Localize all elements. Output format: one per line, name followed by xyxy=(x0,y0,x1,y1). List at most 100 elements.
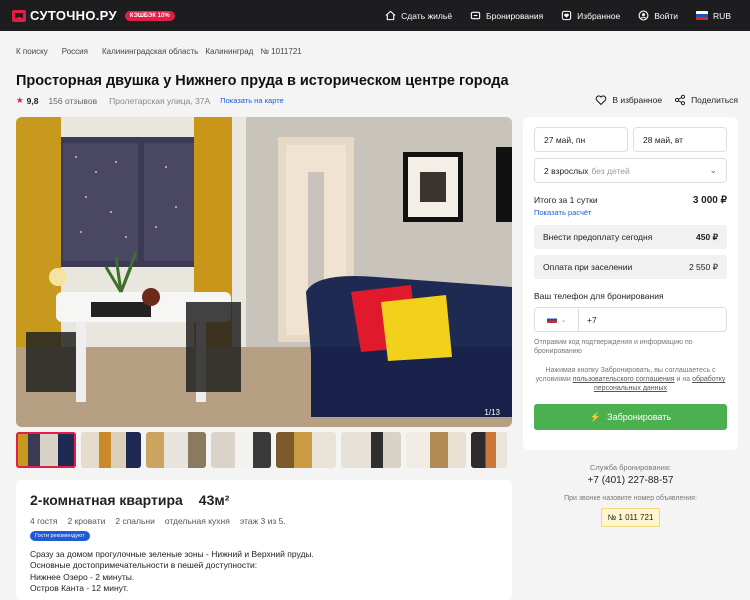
top-header: СУТОЧНО.РУ КЭШБЭК 10% Сдать жильё Бронир… xyxy=(0,0,750,31)
nav-bookings-label: Бронирования xyxy=(486,10,544,21)
booking-card: 27 май, пн 28 май, вт 2 взрослых без дет… xyxy=(523,117,738,450)
crumb-region[interactable]: Калининградская область xyxy=(102,47,198,56)
listing-heading: 2-комнатная квартира 43м² xyxy=(30,492,498,508)
guests-selector[interactable]: 2 взрослых без детей ⌄ xyxy=(534,158,727,183)
chevron-down-icon: ⌄ xyxy=(709,165,717,175)
currency-selector[interactable]: RUB xyxy=(687,11,740,21)
lightning-icon: ⚡ xyxy=(589,411,602,422)
support-phone[interactable]: +7 (401) 227-88-57 xyxy=(523,475,738,486)
bookings-icon xyxy=(470,11,481,20)
currency-label: RUB xyxy=(713,10,731,21)
thumbnail-2[interactable] xyxy=(81,432,141,468)
chevron-down-icon: ⌄ xyxy=(560,316,567,324)
crumb-country[interactable]: Россия xyxy=(62,47,88,56)
main-photo[interactable]: 1/13 xyxy=(16,117,512,427)
book-button-label: Забронировать xyxy=(607,412,672,423)
prepay-row: Внести предоплату сегодня 450 ₽ xyxy=(534,225,727,249)
apartment-type: 2-комнатная квартира xyxy=(30,492,183,508)
onsite-payment-row: Оплата при заселении 2 550 ₽ xyxy=(534,255,727,279)
spec-beds: 2 кровати xyxy=(67,516,106,526)
thumbnail-5[interactable] xyxy=(276,432,336,468)
thumbnail-6[interactable] xyxy=(341,432,401,468)
agreement-note: Нажимая кнопку Забронировать, вы соглаша… xyxy=(534,366,727,393)
checkin-date-field[interactable]: 27 май, пн xyxy=(534,127,628,152)
show-on-map-link[interactable]: Показать на карте xyxy=(220,96,284,105)
apartment-photo-image xyxy=(16,117,512,427)
support-label: Служба бронирования: xyxy=(590,463,671,472)
user-icon xyxy=(638,10,649,21)
reviews-link[interactable]: 156 отзывов xyxy=(48,96,97,106)
flag-ru-icon xyxy=(696,11,709,20)
spec-bedrooms: 2 спальни xyxy=(115,516,155,526)
rating-value: 9,8 xyxy=(26,95,39,106)
crumb-city[interactable]: Калининград xyxy=(205,47,253,56)
nav-favorites-label: Избранное xyxy=(577,10,621,21)
favorite-label: В избранное xyxy=(612,95,663,105)
onsite-label: Оплата при заселении xyxy=(543,262,633,272)
user-agreement-link[interactable]: пользовательского соглашения xyxy=(573,376,675,383)
description-line: Сразу за домом прогулочные зеленые зоны … xyxy=(30,549,314,559)
thumbnail-3[interactable] xyxy=(146,432,206,468)
favorites-icon xyxy=(561,10,572,21)
total-value: 3 000 ₽ xyxy=(692,195,727,206)
phone-field[interactable]: ⌄ +7 xyxy=(534,307,727,332)
prepay-value: 450 ₽ xyxy=(696,231,718,242)
crumb-back-to-search[interactable]: К поиску xyxy=(16,47,48,56)
checkout-date-field[interactable]: 28 май, вт xyxy=(633,127,727,152)
flag-ru-icon xyxy=(546,316,557,323)
show-calculation-link[interactable]: Показать расчёт xyxy=(534,208,727,217)
star-icon: ★ xyxy=(16,95,24,105)
description-line: Остров Канта - 12 минут. xyxy=(30,583,129,594)
description-line: Нижнее Озеро - 2 минуты. xyxy=(30,571,135,582)
thumbnail-8[interactable] xyxy=(471,432,507,468)
thumbnail-7[interactable] xyxy=(406,432,466,468)
photo-thumbnails xyxy=(16,432,507,468)
guests-recommend-badge: Гости рекомендуют xyxy=(30,531,90,541)
thumbnail-1[interactable] xyxy=(16,432,76,468)
nav-rent-out-label: Сдать жильё xyxy=(401,10,453,21)
breadcrumb: К поиску Россия Калининградская область … xyxy=(16,47,316,56)
house-icon xyxy=(385,10,396,21)
country-code-selector[interactable]: ⌄ xyxy=(535,308,579,331)
nav-rent-out[interactable]: Сдать жильё xyxy=(376,10,461,21)
listing-actions: В избранное Поделиться xyxy=(595,94,738,106)
favorite-button[interactable]: В избранное xyxy=(595,94,662,106)
share-button[interactable]: Поделиться xyxy=(674,94,738,106)
total-label: Итого за 1 сутки xyxy=(534,195,598,205)
crumb-listing-id: № 1011721 xyxy=(260,47,302,56)
nav-login[interactable]: Войти xyxy=(629,10,687,21)
apartment-area: 43м² xyxy=(198,492,230,508)
spec-guests: 4 гостя xyxy=(30,516,58,526)
support-block: Служба бронирования: +7 (401) 227-88-57 … xyxy=(523,463,738,527)
site-logo[interactable]: СУТОЧНО.РУ xyxy=(12,8,117,23)
spec-floor: этаж 3 из 5. xyxy=(239,516,286,526)
listing-meta: ★ 9,8 156 отзывов Пролетарская улица, 37… xyxy=(16,95,284,106)
nav-bookings[interactable]: Бронирования xyxy=(461,10,552,21)
phone-input[interactable]: +7 xyxy=(579,315,597,325)
guests-adults: 2 взрослых xyxy=(544,165,589,176)
logo-icon xyxy=(12,9,26,22)
date-pickers: 27 май, пн 28 май, вт xyxy=(534,127,727,152)
listing-number-badge: № 1 011 721 xyxy=(600,508,661,527)
cashback-badge[interactable]: КЭШБЭК 10% xyxy=(124,10,175,21)
onsite-value: 2 550 ₽ xyxy=(688,261,718,272)
book-button[interactable]: ⚡ Забронировать xyxy=(534,404,727,431)
share-icon xyxy=(674,94,686,106)
prepay-label: Внести предоплату сегодня xyxy=(543,232,653,242)
phone-label: Ваш телефон для бронирования xyxy=(534,291,664,301)
share-label: Поделиться xyxy=(691,95,738,105)
guests-children: без детей xyxy=(591,165,630,176)
heart-icon xyxy=(596,95,607,106)
sms-note: Отправим код подтверждения и информацию … xyxy=(534,339,693,356)
total-row: Итого за 1 сутки 3 000 ₽ xyxy=(534,195,727,206)
photo-counter: 1/13 xyxy=(484,408,500,417)
nav-favorites[interactable]: Избранное xyxy=(552,10,629,21)
nav-login-label: Войти xyxy=(654,10,679,21)
header-nav: Сдать жильё Бронирования Избранное Войти… xyxy=(376,10,740,21)
logo-text: СУТОЧНО.РУ xyxy=(30,8,117,23)
description-line: Основные достопримечательности в пешей д… xyxy=(30,560,258,571)
description: Сразу за домом прогулочные зеленые зоны … xyxy=(30,549,498,595)
support-note: При звонке назовите номер объявления: xyxy=(564,495,697,502)
thumbnail-4[interactable] xyxy=(211,432,271,468)
address: Пролетарская улица, 37А xyxy=(109,95,211,106)
